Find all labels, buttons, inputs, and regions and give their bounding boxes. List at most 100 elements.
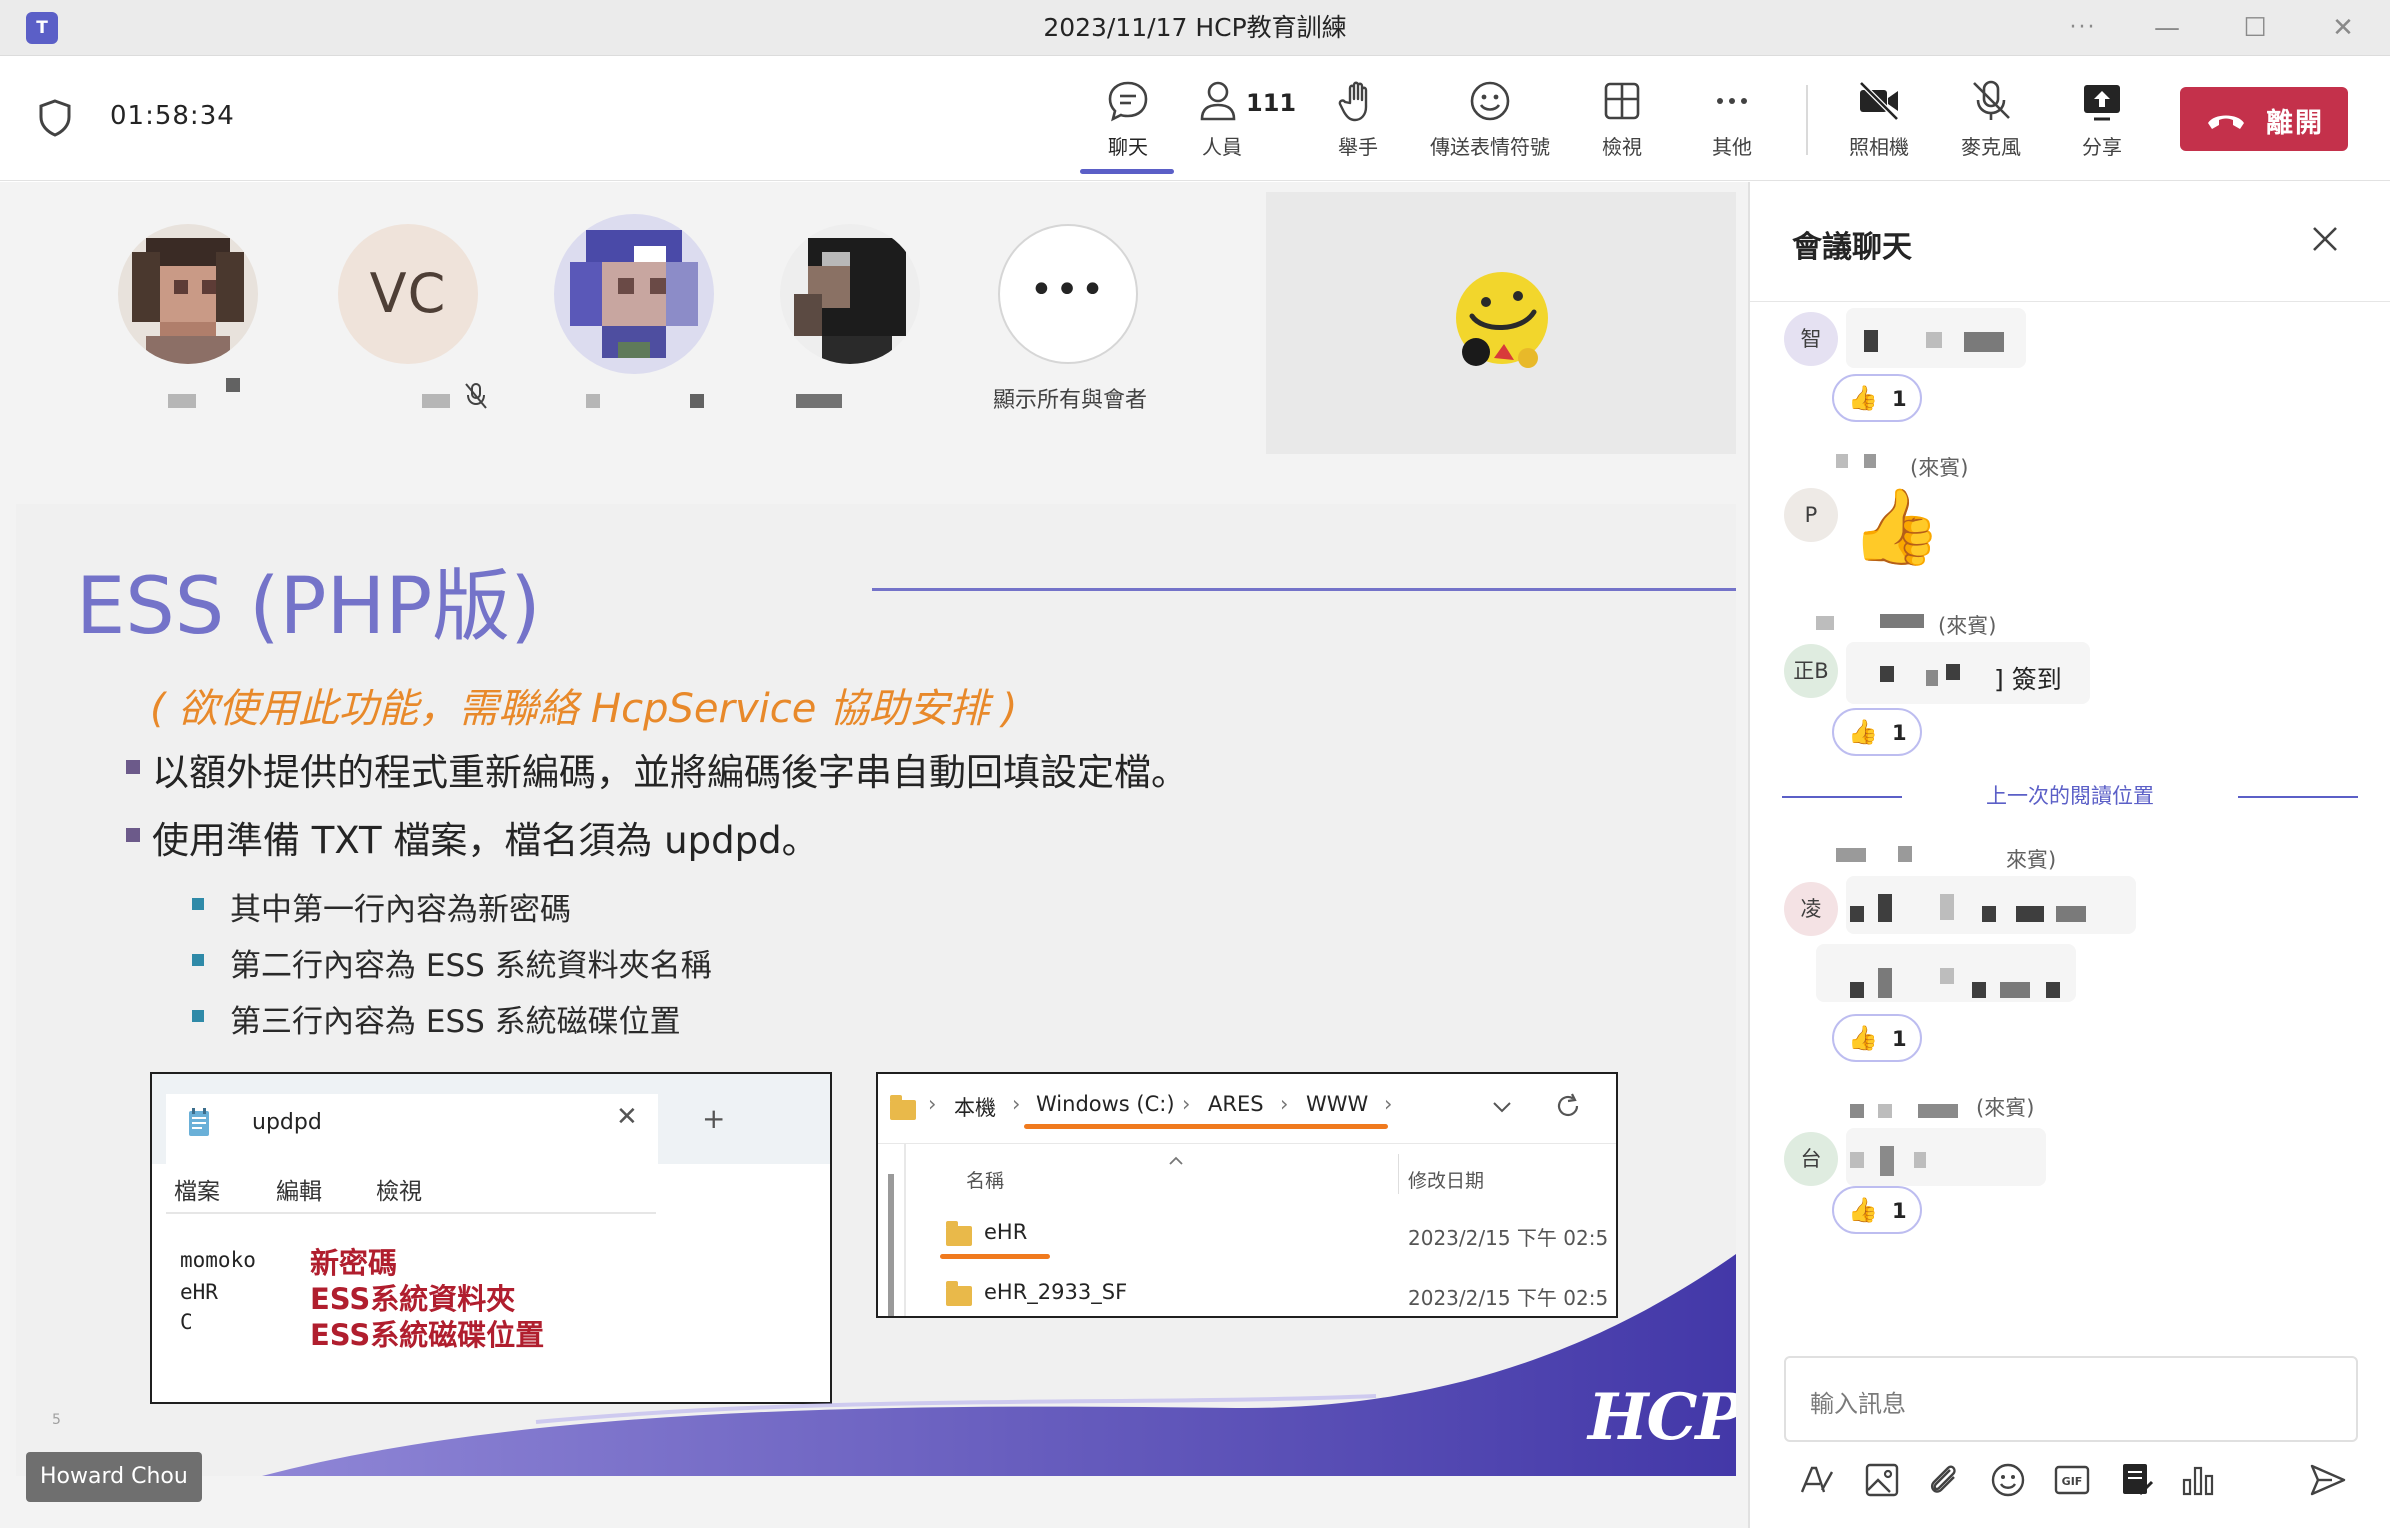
- chat-text-redacted: [2046, 982, 2060, 998]
- sender-name-redacted: [1836, 848, 1866, 862]
- chat-text-redacted: [1864, 330, 1878, 352]
- presenter-name-tag: Howard Chou: [26, 1452, 202, 1502]
- chat-header: 會議聊天: [1750, 182, 2390, 302]
- slide-page-number: 5: [52, 1412, 61, 1428]
- chat-text-redacted: [2016, 906, 2044, 922]
- leave-button[interactable]: 離開: [2180, 87, 2348, 151]
- close-window-button[interactable]: ✕: [2308, 0, 2378, 56]
- chat-text-redacted: [2056, 906, 2086, 922]
- chat-text-tail: ] 簽到: [1994, 665, 2062, 694]
- sender-name-redacted: [1836, 454, 1848, 468]
- chat-avatar[interactable]: P: [1784, 488, 1838, 542]
- format-text-icon[interactable]: [1794, 1458, 1838, 1502]
- poll-icon[interactable]: [2176, 1458, 2220, 1502]
- sender-name-redacted: [1880, 614, 1924, 628]
- participant-avatar[interactable]: [118, 224, 258, 364]
- raise-hand-button[interactable]: 舉手: [1326, 79, 1390, 169]
- participant-avatar-speaking[interactable]: [554, 214, 714, 374]
- view-button[interactable]: 檢視: [1590, 79, 1654, 169]
- leave-label: 離開: [2266, 108, 2324, 139]
- participant-avatar[interactable]: [780, 224, 920, 364]
- mic-off-icon: [1973, 80, 2010, 120]
- close-icon[interactable]: [2310, 224, 2340, 254]
- chat-text-redacted: [1880, 666, 1894, 682]
- sender-name-redacted: [1878, 1104, 1892, 1118]
- thumbs-up-emoji: 👍: [1850, 484, 1943, 570]
- minimize-button[interactable]: —: [2132, 0, 2202, 56]
- reaction-like[interactable]: 👍 1: [1832, 1186, 1922, 1234]
- hang-up-icon: [2208, 115, 2244, 129]
- chat-text-redacted: [2000, 982, 2030, 998]
- gif-icon[interactable]: GIF: [2050, 1458, 2094, 1502]
- reactions-button[interactable]: 傳送表情符號: [1418, 79, 1562, 169]
- chat-text-redacted: [1878, 968, 1892, 998]
- chat-avatar[interactable]: 正B: [1784, 644, 1838, 698]
- share-button[interactable]: 分享: [2070, 79, 2134, 169]
- more-options-icon[interactable]: ···: [2048, 0, 2118, 56]
- people-count: 111: [1246, 89, 1297, 117]
- people-label: 人員: [1202, 135, 1242, 159]
- self-video-tile[interactable]: [1266, 192, 1736, 454]
- pixelated-face-image: [780, 224, 920, 364]
- chat-message[interactable]: [1846, 1128, 2046, 1186]
- chat-avatar[interactable]: 凌: [1784, 882, 1838, 936]
- smiley-sticker-avatar: [1456, 272, 1548, 368]
- mic-label: 麥克風: [1961, 135, 2021, 159]
- slide-wave-decoration: [262, 1254, 1736, 1476]
- reaction-like[interactable]: 👍 1: [1832, 1014, 1922, 1062]
- meeting-chat-panel: 會議聊天 智 👍 1 (來賓) P 👍 (來賓) 正B ] 簽到 👍 1 上一次…: [1748, 182, 2390, 1528]
- reaction-count: 1: [1892, 1199, 1907, 1223]
- maximize-button[interactable]: ☐: [2220, 0, 2290, 56]
- participant-name-redacted: [690, 394, 704, 408]
- guest-tag: (來賓): [1938, 614, 1997, 638]
- chat-text-redacted: [1926, 332, 1942, 348]
- reaction-like[interactable]: 👍 1: [1832, 708, 1922, 756]
- participant-name-redacted: [168, 394, 196, 408]
- chat-avatar[interactable]: 台: [1784, 1132, 1838, 1186]
- chat-text-redacted: [1850, 1152, 1864, 1168]
- chat-button[interactable]: 聊天: [1096, 79, 1160, 169]
- sender-name-redacted: [1898, 846, 1912, 862]
- svg-text:GIF: GIF: [2062, 1475, 2083, 1488]
- reaction-count: 1: [1892, 387, 1907, 411]
- raise-hand-icon: [1338, 81, 1368, 122]
- guest-tag: (來賓): [1976, 1096, 2035, 1120]
- divider-line: [2238, 796, 2358, 798]
- thumbs-up-icon: 👍: [1848, 1024, 1878, 1052]
- chat-text-redacted: [1914, 1152, 1926, 1168]
- camera-label: 照相機: [1849, 135, 1909, 159]
- image-icon[interactable]: [1860, 1458, 1904, 1502]
- shield-icon[interactable]: [38, 99, 72, 137]
- chat-text-redacted: [1972, 982, 1986, 998]
- show-all-label[interactable]: 顯示所有與會者: [970, 382, 1170, 414]
- sender-name-redacted: [1816, 616, 1834, 630]
- sender-name-redacted: [1918, 1104, 1958, 1118]
- loop-component-icon[interactable]: [2114, 1458, 2158, 1502]
- camera-button[interactable]: 照相機: [1844, 79, 1914, 169]
- send-icon[interactable]: [2306, 1458, 2350, 1502]
- pixelated-face-image: [554, 214, 714, 374]
- emoji-icon[interactable]: [1986, 1458, 2030, 1502]
- chat-text-redacted: [1850, 982, 1864, 998]
- grid-view-icon: [1604, 82, 1640, 120]
- chat-text-redacted: [1850, 906, 1864, 922]
- message-input[interactable]: 輸入訊息: [1784, 1356, 2358, 1442]
- chat-title: 會議聊天: [1792, 230, 1912, 265]
- reactions-label: 傳送表情符號: [1430, 135, 1550, 159]
- participant-name-redacted: [422, 394, 450, 408]
- attach-icon[interactable]: [1922, 1458, 1966, 1502]
- guest-tag: 來賓): [2006, 848, 2057, 872]
- reaction-count: 1: [1892, 1027, 1907, 1051]
- reaction-like[interactable]: 👍 1: [1832, 374, 1922, 422]
- chat-text-redacted: [1940, 894, 1954, 920]
- participant-avatar-vc[interactable]: VC: [338, 224, 478, 364]
- show-all-participants-button[interactable]: •••: [998, 224, 1138, 364]
- sender-name-redacted: [1864, 454, 1876, 468]
- chat-avatar[interactable]: 智: [1784, 312, 1838, 366]
- more-button[interactable]: 其他: [1700, 79, 1764, 169]
- people-button[interactable]: 111 人員: [1196, 79, 1316, 169]
- chat-text-redacted: [1940, 968, 1954, 984]
- chat-text-redacted: [1880, 1146, 1894, 1176]
- meeting-stage: VC ••• 顯示所有與會者 ESS (PHP版) (欲使用此功能，需聯絡 H…: [0, 182, 1748, 1528]
- mic-button[interactable]: 麥克風: [1956, 79, 2026, 169]
